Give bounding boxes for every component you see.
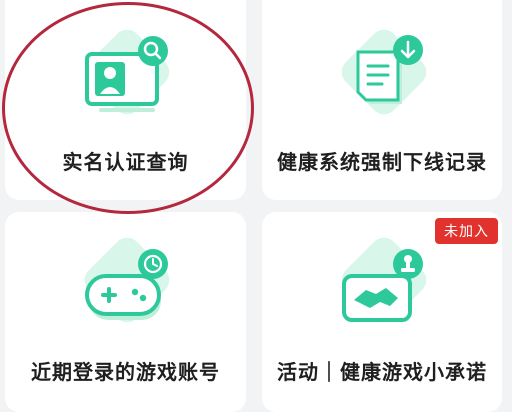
card-healthy-gaming-pledge[interactable]: 未加入 活动｜健康游戏小承诺 <box>262 212 502 412</box>
card-label: 健康系统强制下线记录 <box>277 150 487 174</box>
card-label: 实名认证查询 <box>62 150 189 174</box>
id-card-search-icon <box>65 26 185 136</box>
card-real-name-query[interactable]: 实名认证查询 <box>5 0 246 200</box>
card-label: 活动｜健康游戏小承诺 <box>277 360 487 384</box>
card-recent-game-accounts[interactable]: 近期登录的游戏账号 <box>5 212 246 412</box>
handshake-stamp-icon <box>322 232 442 342</box>
card-forced-logout-records[interactable]: 健康系统强制下线记录 <box>262 0 502 200</box>
status-badge: 未加入 <box>435 218 498 244</box>
card-label: 近期登录的游戏账号 <box>31 360 220 384</box>
document-download-icon <box>322 26 442 136</box>
gamepad-clock-icon <box>65 234 185 344</box>
